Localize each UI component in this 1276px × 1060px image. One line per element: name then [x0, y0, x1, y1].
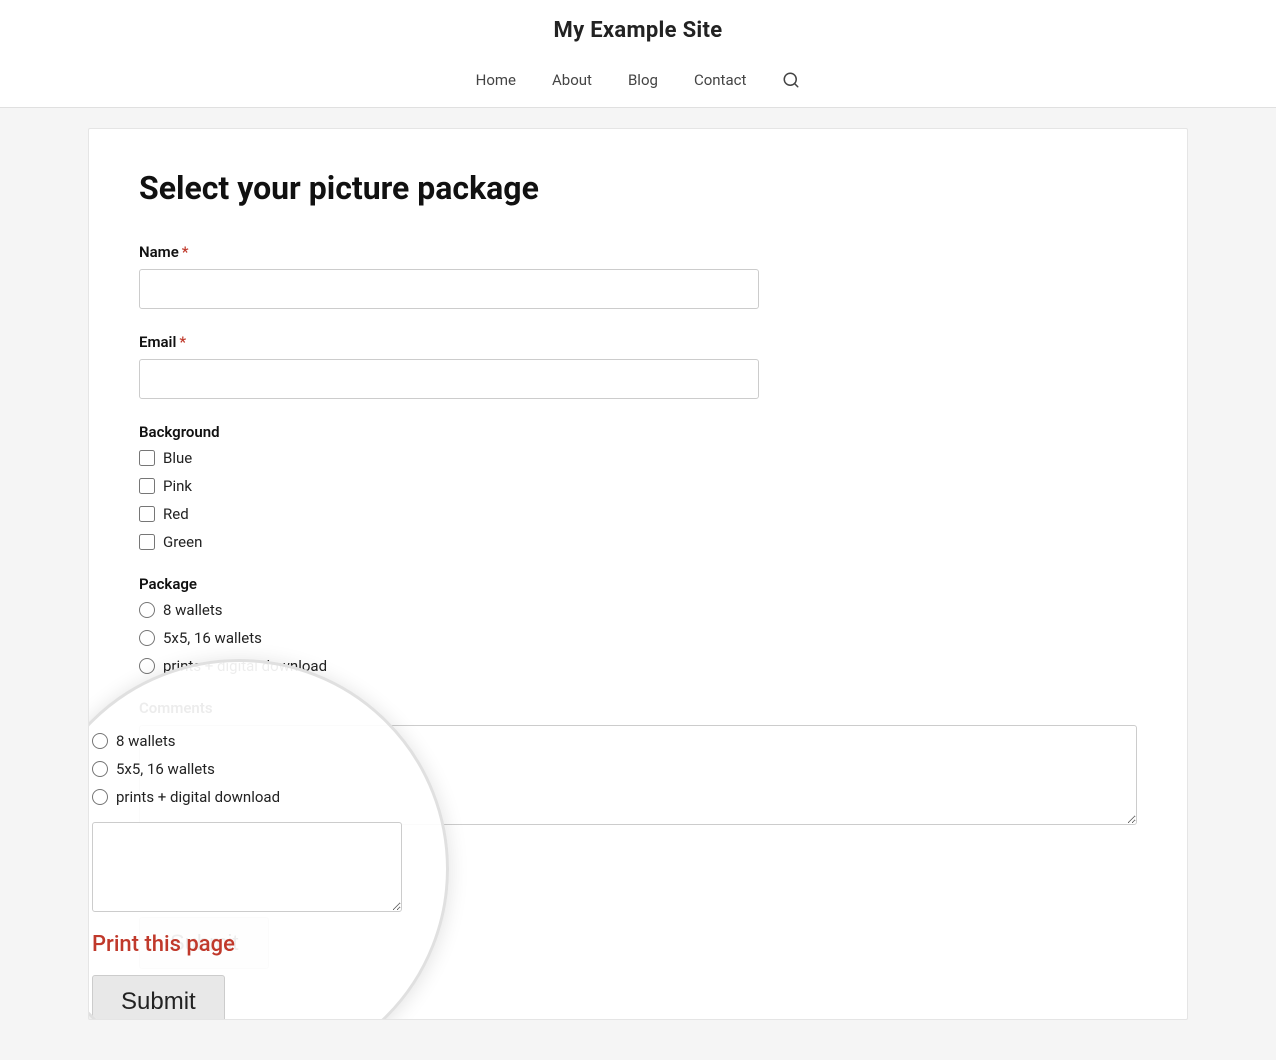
background-field-group: Background Blue Pink Red Green	[139, 423, 1137, 551]
radio-5x5[interactable]: 5x5, 16 wallets	[139, 629, 1137, 647]
background-label: Background	[139, 423, 1137, 441]
radio-digital-input[interactable]	[139, 658, 155, 674]
mag-submit-button: Submit	[92, 975, 225, 1020]
site-title: My Example Site	[40, 0, 1236, 57]
package-field-group: Package 8 wallets 5x5, 16 wallets prints…	[139, 575, 1137, 675]
package-radios: 8 wallets 5x5, 16 wallets prints + digit…	[139, 601, 1137, 675]
comments-textarea[interactable]	[139, 725, 1137, 825]
nav-contact[interactable]: Contact	[694, 71, 746, 89]
name-input[interactable]	[139, 269, 759, 309]
checkbox-green[interactable]: Green	[139, 533, 1137, 551]
email-label: Email*	[139, 333, 1137, 351]
background-checkboxes: Blue Pink Red Green	[139, 449, 1137, 551]
comments-field-group: Comments	[139, 699, 1137, 829]
main-nav: Home About Blog Contact	[40, 57, 1236, 107]
checkbox-red[interactable]: Red	[139, 505, 1137, 523]
email-required-star: *	[179, 333, 186, 351]
nav-home[interactable]: Home	[476, 71, 516, 89]
radio-8wallets[interactable]: 8 wallets	[139, 601, 1137, 619]
email-input[interactable]	[139, 359, 759, 399]
email-field-group: Email*	[139, 333, 1137, 399]
mag-radio-8wallets-input	[92, 733, 108, 749]
site-header: My Example Site Home About Blog Contact	[0, 0, 1276, 108]
form-title: Select your picture package	[139, 169, 1137, 207]
mag-radio-digital-input	[92, 789, 108, 805]
radio-5x5-input[interactable]	[139, 630, 155, 646]
form-card: Select your picture package Name* Email*…	[88, 128, 1188, 1020]
checkbox-green-input[interactable]	[139, 534, 155, 550]
package-label: Package	[139, 575, 1137, 593]
checkbox-blue-input[interactable]	[139, 450, 155, 466]
mag-radio-5x5-input	[92, 761, 108, 777]
mag-textarea	[92, 822, 402, 912]
checkbox-pink[interactable]: Pink	[139, 477, 1137, 495]
main-content: Select your picture package Name* Email*…	[68, 108, 1208, 1060]
submit-button[interactable]: Submit	[139, 917, 269, 969]
radio-8wallets-input[interactable]	[139, 602, 155, 618]
comments-label: Comments	[139, 699, 1137, 717]
checkbox-blue[interactable]: Blue	[139, 449, 1137, 467]
name-label: Name*	[139, 243, 1137, 261]
print-link[interactable]: Print this page	[139, 869, 269, 893]
search-icon[interactable]	[782, 71, 800, 89]
name-field-group: Name*	[139, 243, 1137, 309]
checkbox-red-input[interactable]	[139, 506, 155, 522]
nav-about[interactable]: About	[552, 71, 592, 89]
nav-blog[interactable]: Blog	[628, 71, 658, 89]
name-required-star: *	[182, 243, 189, 261]
radio-digital[interactable]: prints + digital download	[139, 657, 1137, 675]
checkbox-pink-input[interactable]	[139, 478, 155, 494]
